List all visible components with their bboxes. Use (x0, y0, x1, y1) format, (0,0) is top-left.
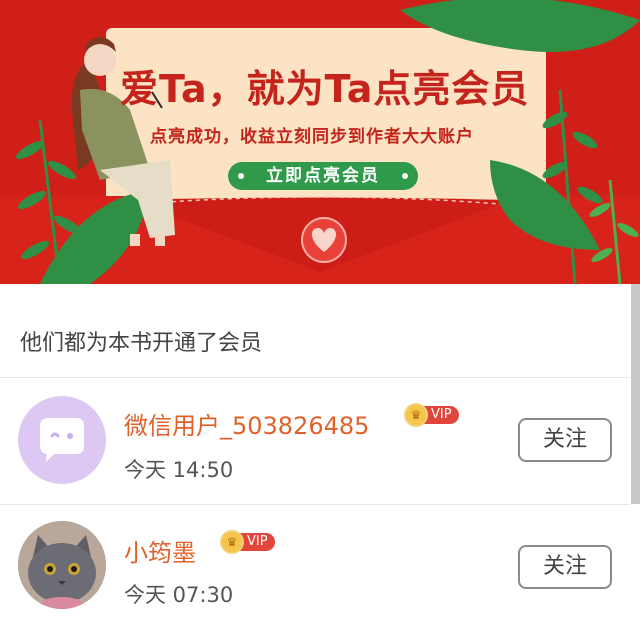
cat-photo-avatar-icon (18, 521, 106, 609)
list-item: 小筠墨 ♛ VIP 今天 07:30 关注 (0, 505, 630, 626)
light-up-membership-button[interactable]: 立即点亮会员 (228, 162, 418, 190)
member-promo-banner[interactable]: 爱Ta，就为Ta点亮会员 点亮成功，收益立刻同步到作者大大账户 立即点亮会员 (0, 0, 640, 284)
user-name[interactable]: 小筠墨 (124, 533, 196, 568)
banner-subtitle: 点亮成功，收益立刻同步到作者大大账户 (150, 127, 474, 147)
vip-badge: ♛ VIP (404, 403, 459, 427)
join-time: 今天 14:50 (124, 458, 234, 482)
avatar[interactable] (18, 396, 106, 484)
list-item: 微信用户_503826485 ♛ VIP 今天 14:50 关注 (0, 378, 630, 504)
follow-button[interactable]: 关注 (518, 545, 612, 589)
user-name[interactable]: 微信用户_503826485 (124, 406, 369, 441)
join-time: 今天 07:30 (124, 583, 234, 607)
avatar[interactable] (18, 521, 106, 609)
vip-badge: ♛ VIP (220, 530, 275, 554)
wechat-default-avatar-icon (40, 418, 84, 462)
banner-title: 爱Ta，就为Ta点亮会员 (120, 67, 530, 111)
follow-button[interactable]: 关注 (518, 418, 612, 462)
section-title: 他们都为本书开通了会员 (20, 331, 263, 356)
crown-icon: ♛ (220, 530, 244, 554)
scrollbar[interactable] (631, 284, 640, 504)
crown-icon: ♛ (404, 403, 428, 427)
